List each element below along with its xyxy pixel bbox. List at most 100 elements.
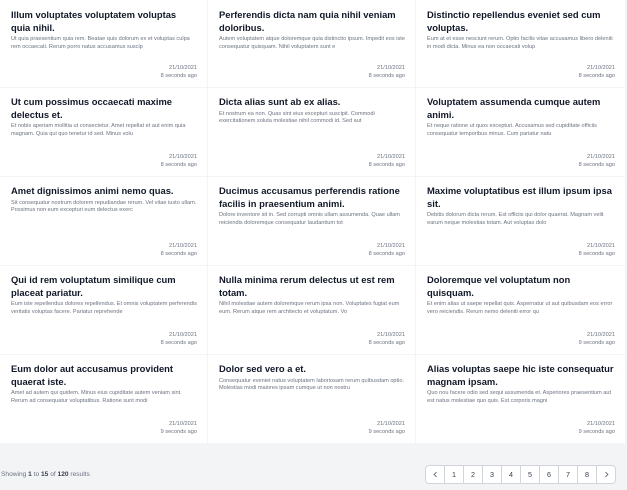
post-relative-time: 8 seconds ago (160, 340, 197, 347)
post-title[interactable]: Doloremque vel voluptatum non quisquam. (427, 274, 615, 299)
post-excerpt: Et enim alias ut saepe repellat quis. As… (427, 301, 613, 315)
post-card[interactable]: Ut cum possimus occaecati maxime delectu… (0, 88, 207, 176)
page-button[interactable]: 2 (463, 465, 483, 484)
page-button[interactable]: 4 (501, 465, 521, 484)
next-page-button[interactable] (596, 465, 616, 484)
post-relative-time: 8 seconds ago (368, 340, 405, 347)
post-meta: 21/10/2021 8 seconds ago (427, 154, 615, 170)
post-excerpt: Et nostrum ea non. Quas sint eius except… (219, 110, 375, 125)
pagination: 12345678 (425, 465, 616, 484)
post-title[interactable]: Dolor sed vero a et. (219, 363, 405, 376)
results-label: results (70, 471, 90, 478)
results-from: 1 (28, 471, 32, 478)
page-button[interactable]: 6 (539, 465, 559, 484)
post-card[interactable]: Eum dolor aut accusamus provident quaera… (0, 355, 207, 443)
post-title[interactable]: Ut cum possimus occaecati maxime delectu… (11, 96, 197, 121)
post-title[interactable]: Illum voluptates voluptatem voluptas qui… (11, 9, 197, 34)
post-date: 21/10/2021 (169, 421, 197, 428)
post-date: 21/10/2021 (169, 65, 197, 72)
pagination-footer: Showing 1 to 15 of 120 results 12345678 (0, 436, 627, 490)
post-meta: 21/10/2021 8 seconds ago (427, 65, 615, 81)
post-card[interactable]: Voluptatem assumenda cumque autem animi.… (416, 88, 625, 176)
post-relative-time: 8 seconds ago (368, 73, 405, 80)
post-meta: 21/10/2021 8 seconds ago (427, 243, 615, 259)
post-excerpt: Eum iste repellendus dolores repellendus… (11, 301, 197, 315)
results-to-label: to (33, 471, 40, 478)
post-excerpt: Consequatur eveniet natus voluptatem lab… (219, 377, 405, 392)
post-relative-time: 8 seconds ago (160, 73, 197, 80)
post-card[interactable]: Dicta alias sunt ab ex alias. Et nostrum … (208, 88, 415, 176)
post-date: 21/10/2021 (587, 65, 615, 72)
page-button[interactable]: 8 (577, 465, 597, 484)
previous-page-button[interactable] (425, 465, 445, 484)
post-card[interactable]: Qui id rem voluptatum similique cum plac… (0, 266, 207, 354)
post-relative-time: 8 seconds ago (578, 162, 615, 169)
chevron-left-icon (432, 471, 437, 478)
post-excerpt: Amet ad autem qui quidem. Minus eius cup… (11, 390, 182, 404)
post-title[interactable]: Distinctio repellendus eveniet sed cum v… (427, 9, 615, 34)
post-date: 21/10/2021 (169, 332, 197, 339)
post-grid: Illum voluptates voluptatem voluptas qui… (0, 0, 627, 443)
page-button[interactable]: 5 (520, 465, 540, 484)
post-excerpt: Et neque ratione ut quos excepturi. Accu… (427, 123, 597, 137)
results-showing-label: Showing (1, 471, 27, 478)
post-title[interactable]: Nulla minima rerum delectus ut est rem t… (219, 274, 405, 299)
post-excerpt: Quo nou facere odio sed sequi assumenda … (427, 390, 612, 404)
post-relative-time: 8 seconds ago (578, 73, 615, 80)
post-relative-time: 8 seconds ago (160, 162, 197, 169)
post-excerpt: Autem voluptatem atque doloremque quia d… (219, 36, 405, 50)
post-meta: 21/10/2021 9 seconds ago (11, 421, 197, 437)
results-to: 15 (41, 471, 49, 478)
post-date: 21/10/2021 (587, 332, 615, 339)
post-card[interactable]: Perferendis dicta nam quia nihil veniam … (208, 0, 415, 87)
results-of-label: of (50, 471, 56, 478)
page-button[interactable]: 1 (444, 465, 464, 484)
post-meta: 21/10/2021 8 seconds ago (219, 332, 405, 348)
page-button[interactable]: 7 (558, 465, 578, 484)
post-relative-time: 8 seconds ago (368, 162, 405, 169)
post-excerpt: Et nobis aperiam mollitia ut consectetur… (11, 123, 186, 137)
post-excerpt: Eum at et esse nesciunt rerum. Optio fac… (427, 36, 613, 50)
post-card[interactable]: Distinctio repellendus eveniet sed cum v… (416, 0, 625, 87)
post-meta: 21/10/2021 8 seconds ago (11, 243, 197, 259)
post-excerpt: Nihil molestiae autem doloremque rerum i… (219, 301, 400, 315)
post-meta: 21/10/2021 8 seconds ago (11, 154, 197, 170)
post-card[interactable]: Illum voluptates voluptatem voluptas qui… (0, 0, 207, 87)
post-relative-time: 8 seconds ago (368, 251, 405, 258)
post-meta: 21/10/2021 9 seconds ago (427, 421, 615, 437)
post-meta: 21/10/2021 8 seconds ago (219, 243, 405, 259)
post-date: 21/10/2021 (377, 154, 405, 161)
post-title[interactable]: Ducimus accusamus perferendis ratione fa… (219, 185, 405, 210)
post-title[interactable]: Voluptatem assumenda cumque autem animi. (427, 96, 615, 121)
post-date: 21/10/2021 (169, 243, 197, 250)
post-card[interactable]: Dolor sed vero a et. Consequatur eveniet … (208, 355, 415, 443)
post-meta: 21/10/2021 8 seconds ago (11, 332, 197, 348)
post-card[interactable]: Maxime voluptatibus est illum ipsum ipsa… (416, 177, 625, 265)
post-title[interactable]: Eum dolor aut accusamus provident quaera… (11, 363, 197, 388)
chevron-right-icon (604, 471, 609, 478)
post-relative-time: 8 seconds ago (160, 251, 197, 258)
post-date: 21/10/2021 (377, 332, 405, 339)
post-date: 21/10/2021 (587, 243, 615, 250)
post-relative-time: 8 seconds ago (578, 251, 615, 258)
post-excerpt: Dolore inventore sit in. Sed corrupti om… (219, 212, 400, 226)
post-title[interactable]: Amet dignissimos animi nemo quas. (11, 185, 197, 198)
post-title[interactable]: Perferendis dicta nam quia nihil veniam … (219, 9, 405, 34)
post-date: 21/10/2021 (377, 65, 405, 72)
post-title[interactable]: Alias voluptas saepe hic iste consequatu… (427, 363, 615, 388)
post-card[interactable]: Ducimus accusamus perferendis ratione fa… (208, 177, 415, 265)
post-meta: 21/10/2021 9 seconds ago (427, 332, 615, 348)
post-title[interactable]: Maxime voluptatibus est illum ipsum ipsa… (427, 185, 615, 210)
post-excerpt: Debitis dolorum dicta rerum. Est officii… (427, 212, 604, 226)
post-card[interactable]: Amet dignissimos animi nemo quas. Sit con… (0, 177, 207, 265)
post-meta: 21/10/2021 8 seconds ago (11, 65, 197, 81)
post-card[interactable]: Alias voluptas saepe hic iste consequatu… (416, 355, 625, 443)
post-excerpt: Ut quia praesentium quia rem. Beatae qui… (11, 36, 190, 50)
post-card[interactable]: Doloremque vel voluptatum non quisquam. E… (416, 266, 625, 354)
post-card[interactable]: Nulla minima rerum delectus ut est rem t… (208, 266, 415, 354)
page-button[interactable]: 3 (482, 465, 502, 484)
post-title[interactable]: Dicta alias sunt ab ex alias. (219, 96, 405, 109)
post-title[interactable]: Qui id rem voluptatum similique cum plac… (11, 274, 197, 299)
post-meta: 21/10/2021 8 seconds ago (219, 154, 405, 170)
post-date: 21/10/2021 (377, 243, 405, 250)
